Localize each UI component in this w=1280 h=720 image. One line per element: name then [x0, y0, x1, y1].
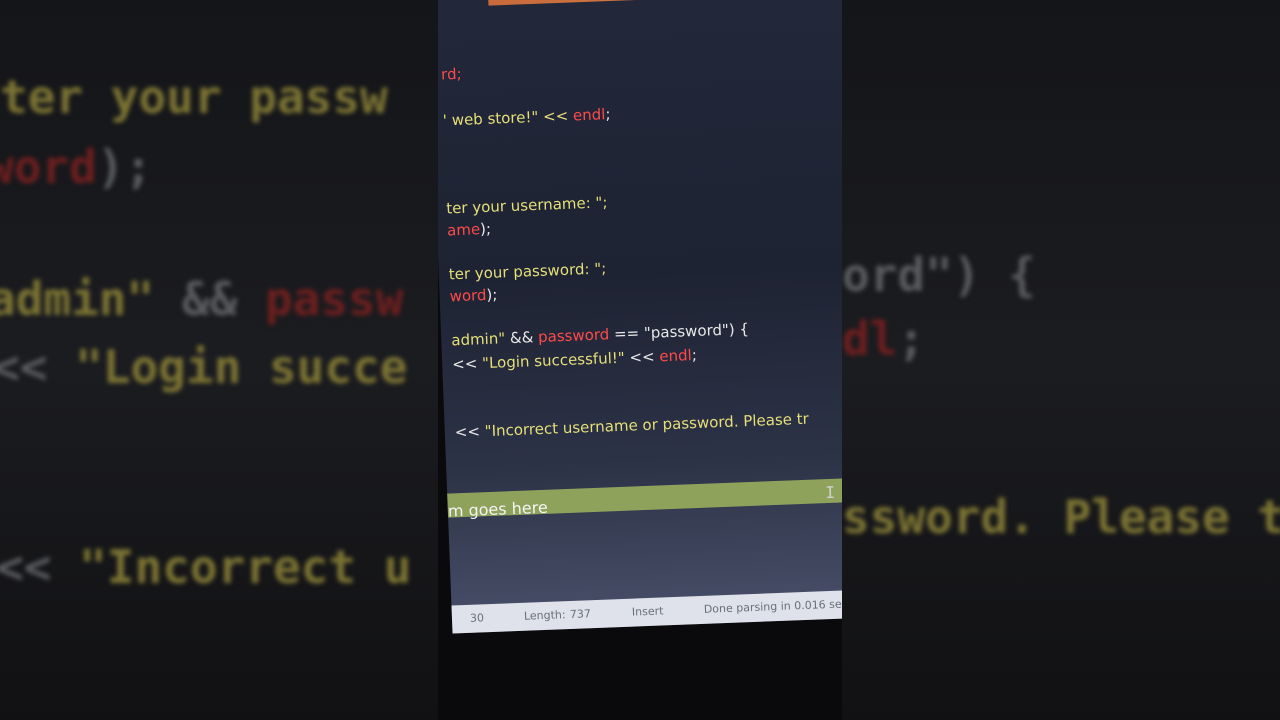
bg-left-line-5-part-2: "Incorrect u — [79, 540, 412, 594]
code-line-7-part-1: admin" — [450, 329, 511, 350]
code-line-2-part-2: endl — [572, 105, 606, 125]
code-line-8-part-5: ; — [691, 345, 698, 365]
code-line-7: admin" && password == "password") { — [451, 318, 750, 351]
editor-screen: rd; ' web store!" << endl; ter your user… — [438, 0, 842, 634]
bg-right-line-1-part-1: ord") { — [842, 248, 1036, 302]
status-parse-time: Done parsing in 0.016 seconds — [703, 596, 842, 616]
code-line-7-part-4: == "password") { — [608, 319, 750, 344]
bg-right-line-3: ssword. Please tr — [842, 490, 1280, 544]
message-bar-text: m goes here — [447, 497, 549, 521]
status-length-label: Length: — [523, 608, 566, 623]
background-left-panel: ter your passw word); admin" && passw <<… — [0, 0, 438, 720]
bg-left-line-3-part-3: passw — [264, 272, 404, 326]
code-line-1-part-1: rd; — [440, 64, 462, 84]
background-right-panel: ord") { dl; ssword. Please tr — [842, 0, 1280, 720]
bg-right-line-3-part-1: ssword. Please tr — [842, 490, 1280, 544]
bg-left-line-5-part-1: << — [0, 540, 80, 594]
bg-left-line-2-part-2: ); — [96, 140, 153, 194]
editor-photo: rd; ' web store!" << endl; ter your user… — [438, 0, 842, 720]
code-line-2-part-3: ; — [605, 105, 611, 124]
code-line-2-part-1: ' web store!" << — [442, 106, 574, 130]
code-line-4: ame); — [447, 218, 492, 242]
code-line-9-part-1: << — [454, 422, 486, 442]
code-area[interactable]: rd; ' web store!" << endl; ter your user… — [441, 62, 809, 442]
status-length-value: 737 — [569, 607, 592, 622]
text-cursor-icon: I — [825, 482, 836, 503]
code-line-8-part-1: << — [451, 354, 483, 374]
code-line-3-part-1: ter your username: "; — [445, 193, 608, 218]
code-line-9-part-2: "Incorrect username or password. Please … — [484, 409, 810, 441]
bg-left-line-5: << "Incorrect u — [0, 540, 411, 594]
code-line-6: word); — [449, 284, 498, 308]
code-line-6-part-1: word — [449, 285, 487, 306]
bg-right-line-2: dl; — [842, 312, 925, 366]
bg-left-line-2: word); — [0, 140, 152, 194]
code-line-5: ter your password: "; — [448, 257, 606, 285]
code-line-8-part-2: "Login successful!" — [481, 348, 626, 373]
code-line-9: << "Incorrect username or password. Plea… — [454, 408, 809, 444]
code-line-4-part-2: ); — [479, 219, 492, 239]
bg-right-line-2-part-1: dl — [842, 312, 898, 366]
code-line-4-part-1: ame — [446, 220, 481, 240]
bg-left-line-1: ter your passw — [0, 70, 388, 124]
status-mode: Insert — [631, 604, 664, 619]
code-line-8-part-3: << — [624, 347, 660, 367]
bg-left-line-4-part-1: << — [0, 340, 76, 394]
bg-left-line-1-part-1: ter your passw — [0, 70, 388, 124]
background-left-code: ter your passw word); admin" && passw <<… — [0, 0, 438, 720]
title-bar-strip — [487, 0, 842, 6]
bg-left-line-3-part-1: admin" — [0, 272, 182, 326]
bg-left-line-4: << "Login succe — [0, 340, 407, 394]
code-line-2: ' web store!" << endl; — [442, 103, 611, 131]
code-line-5-part-1: ter your password: "; — [448, 259, 607, 284]
code-line-3: ter your username: "; — [446, 191, 608, 219]
code-line-7-part-2: && — [509, 328, 539, 348]
code-line-7-part-3: password — [537, 325, 610, 347]
bg-left-line-4-part-2: "Login succe — [75, 340, 408, 394]
code-line-6-part-2: ); — [486, 285, 498, 304]
bg-left-line-3-part-2: && — [181, 272, 265, 326]
bg-left-line-2-part-1: word — [0, 140, 97, 194]
bg-right-line-1: ord") { — [842, 248, 1036, 302]
bg-right-line-2-part-2: ; — [897, 312, 926, 366]
code-line-8-part-4: endl — [659, 346, 693, 366]
status-bar: 30 Length: 737 Insert Done parsing in 0.… — [451, 588, 842, 634]
bg-left-line-3: admin" && passw — [0, 272, 403, 326]
status-line-value: 30 — [469, 611, 485, 625]
background-right-code: ord") { dl; ssword. Please tr — [842, 0, 1280, 720]
code-line-1: rd; — [441, 63, 462, 86]
